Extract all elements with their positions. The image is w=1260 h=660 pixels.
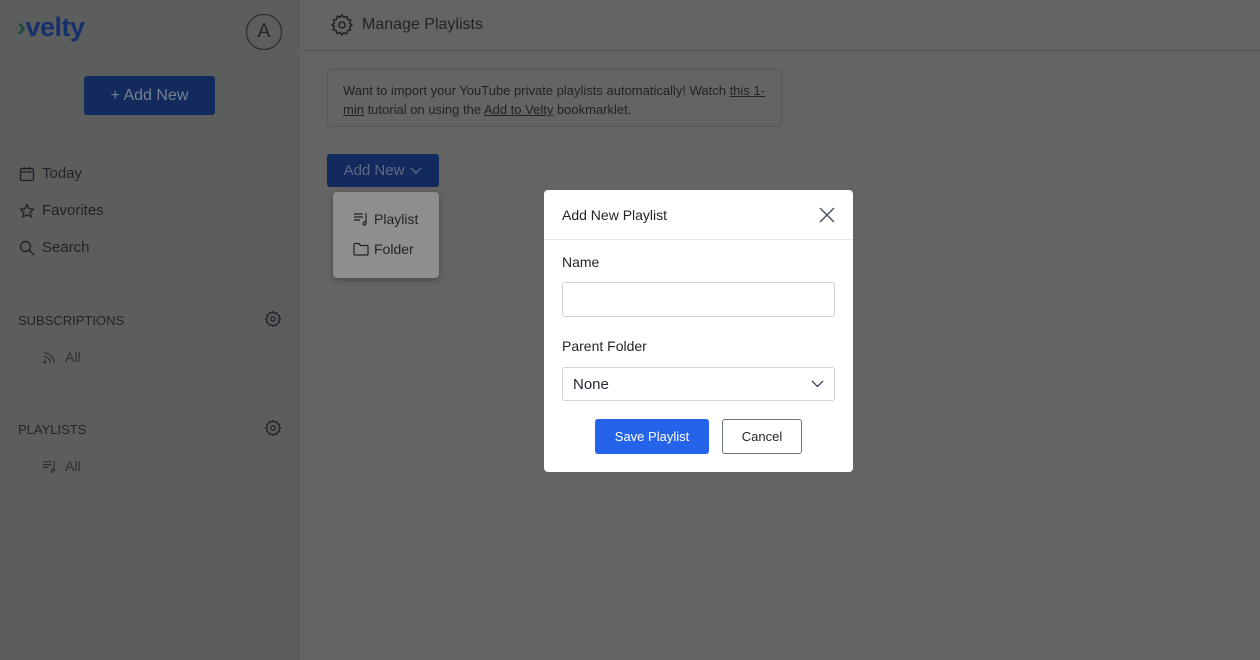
add-new-menu: Playlist Folder — [333, 192, 439, 278]
plus-icon: + — [110, 87, 124, 104]
cancel-button[interactable]: Cancel — [722, 419, 802, 454]
banner-text: tutorial on using the — [363, 102, 484, 117]
import-banner: Want to import your YouTube private play… — [327, 69, 782, 127]
page-title: Manage Playlists — [362, 16, 483, 33]
add-new-label: Add New — [343, 162, 405, 179]
name-input[interactable] — [562, 282, 835, 317]
chevron-down-icon — [811, 380, 824, 388]
nav-label: Today — [42, 165, 83, 182]
sidebar: ›velty A + Add New Today Favorites Searc… — [0, 0, 300, 660]
page-header: Manage Playlists — [300, 0, 1260, 51]
subscriptions-all-label: All — [65, 349, 81, 365]
nav-label: Favorites — [42, 202, 104, 219]
playlists-all-label: All — [65, 458, 81, 474]
subscriptions-heading: SUBSCRIPTIONS — [18, 313, 125, 328]
menu-item-folder[interactable]: Folder — [333, 234, 439, 264]
star-icon — [19, 202, 35, 218]
calendar-icon — [19, 166, 35, 181]
playlists-heading: PLAYLISTS — [18, 422, 87, 437]
add-new-dropdown-button[interactable]: Add New — [327, 154, 439, 187]
playlists-settings-gear-icon[interactable] — [264, 419, 282, 437]
subscriptions-all[interactable]: All — [42, 349, 81, 365]
playlist-icon — [354, 213, 367, 226]
folder-icon — [353, 242, 369, 256]
parent-folder-select[interactable]: None — [562, 367, 835, 401]
modal-title: Add New Playlist — [562, 206, 668, 223]
bookmarklet-link[interactable]: Add to Velty — [484, 102, 553, 117]
banner-text: bookmarklet. — [553, 102, 632, 117]
nav-label: Search — [42, 239, 90, 256]
playlist-icon — [42, 460, 55, 473]
subscriptions-settings-gear-icon[interactable] — [264, 310, 282, 328]
close-icon[interactable] — [819, 206, 835, 223]
name-label: Name — [562, 254, 600, 270]
menu-item-playlist[interactable]: Playlist — [333, 204, 439, 234]
rss-icon — [43, 351, 55, 364]
playlists-all[interactable]: All — [42, 458, 81, 474]
sidebar-item-search[interactable]: Search — [19, 239, 90, 256]
add-playlist-modal: Add New Playlist Name Parent Folder None… — [544, 190, 853, 472]
chevron-down-icon — [410, 167, 422, 174]
banner-text: Want to import your YouTube private play… — [343, 83, 730, 98]
sidebar-item-today[interactable]: Today — [19, 165, 82, 182]
search-icon — [19, 240, 35, 255]
sidebar-item-favorites[interactable]: Favorites — [19, 202, 104, 219]
velty-logo[interactable]: ›velty — [17, 12, 85, 43]
sidebar-add-new-button[interactable]: + Add New — [84, 76, 215, 115]
gear-icon — [330, 13, 354, 37]
save-playlist-button[interactable]: Save Playlist — [595, 419, 709, 454]
menu-item-label: Folder — [374, 241, 414, 257]
parent-folder-value: None — [573, 375, 609, 393]
parent-folder-label: Parent Folder — [562, 338, 647, 354]
avatar[interactable]: A — [246, 14, 282, 50]
menu-item-label: Playlist — [374, 211, 419, 227]
